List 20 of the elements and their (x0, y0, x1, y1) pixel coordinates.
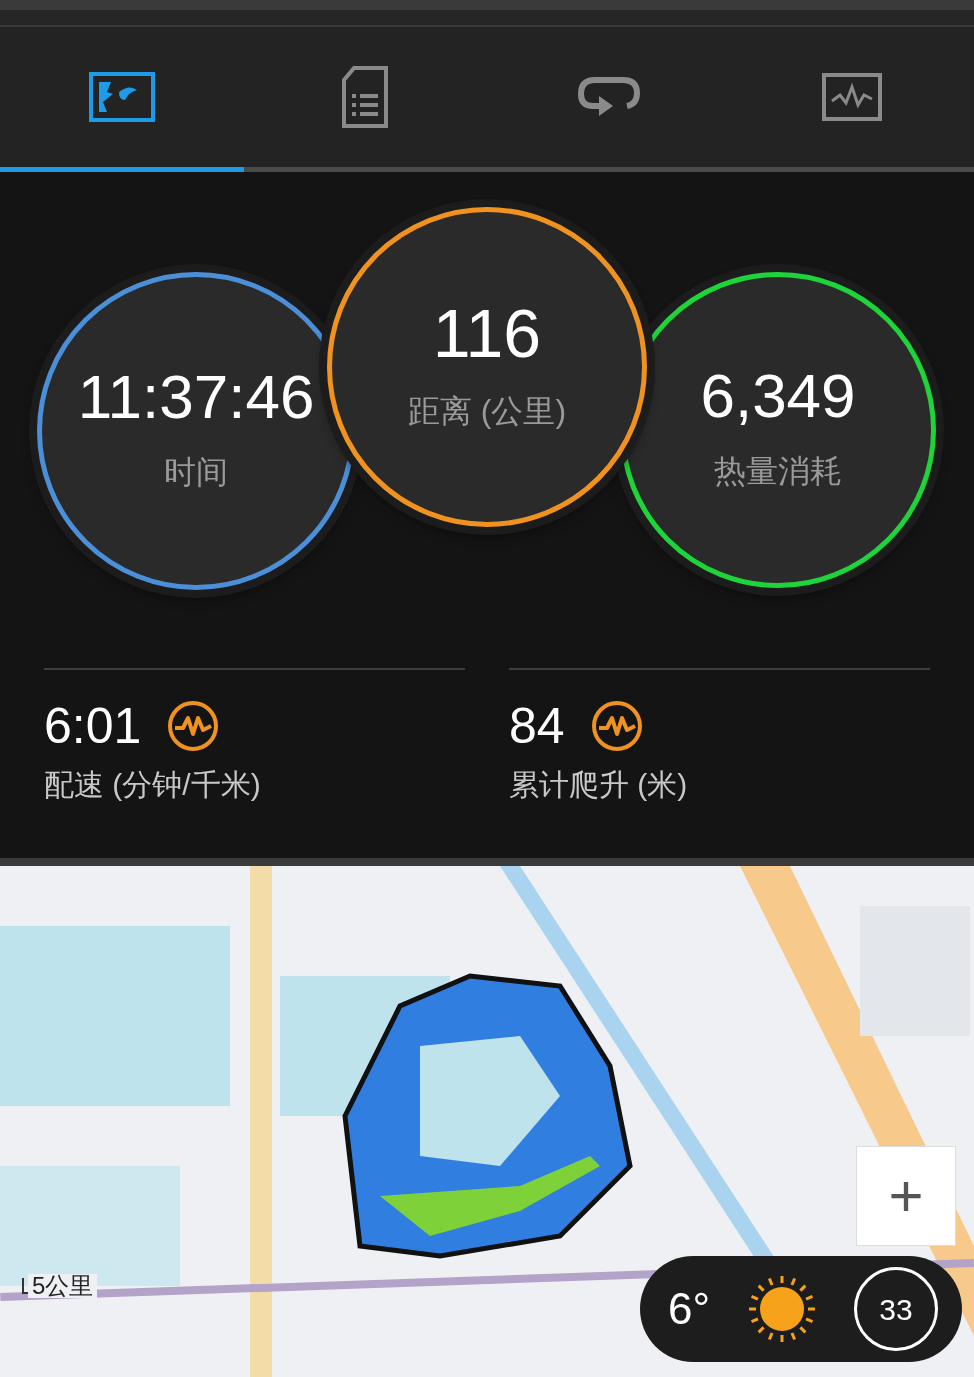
heart-rate-icon (590, 700, 643, 752)
scale-label: 5公里 (28, 1274, 98, 1298)
gauge-value: 33 (879, 1291, 913, 1328)
temperature: 6° (668, 1283, 711, 1335)
heart-rate-icon (167, 700, 220, 752)
metric-label: 配速 (分钟/千米) (44, 767, 262, 803)
metric-value: 84 (509, 701, 565, 751)
ring-value: 6,349 (700, 365, 856, 427)
ring-value: 11:37:46 (77, 366, 315, 428)
ring-label: 热量消耗 (714, 452, 842, 491)
sun-icon (747, 1274, 818, 1344)
ring-value: 116 (432, 299, 542, 367)
ring-label: 距离 (公里) (407, 392, 567, 431)
metric-label: 累计爬升 (米) (509, 767, 689, 803)
ring-label: 时间 (164, 453, 228, 492)
zoom-in-button[interactable]: + (856, 1146, 956, 1246)
activity-chart-icon (822, 73, 883, 121)
map-icon (88, 72, 155, 122)
document-icon (342, 66, 389, 128)
metric-value: 6:01 (44, 701, 142, 751)
